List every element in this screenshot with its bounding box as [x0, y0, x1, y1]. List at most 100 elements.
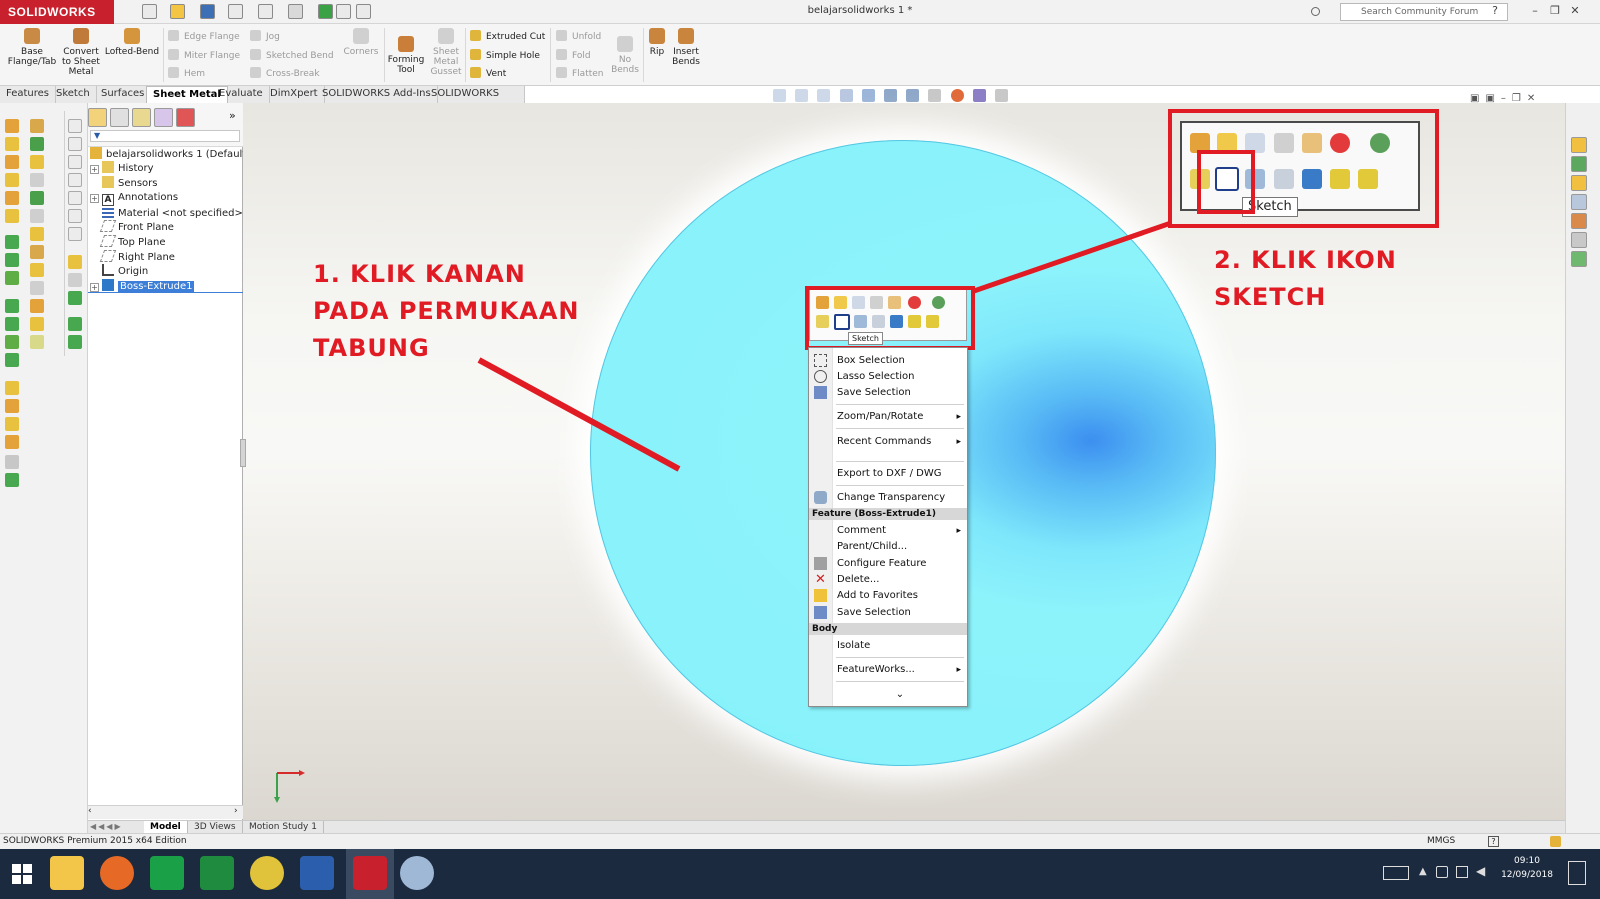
- tool-icon[interactable]: [5, 155, 19, 169]
- tool-icon[interactable]: [30, 263, 44, 277]
- appearances-icon[interactable]: [1571, 232, 1587, 248]
- convert-to-sheet-metal-button[interactable]: Convert to Sheet Metal: [60, 28, 102, 77]
- viewport-window-controls[interactable]: ▣▣–❐✕: [1470, 93, 1541, 104]
- tool-icon[interactable]: [5, 435, 19, 449]
- expand-icon[interactable]: +: [90, 283, 99, 292]
- tree-item-top-plane[interactable]: Top Plane: [99, 235, 165, 249]
- tool-icon[interactable]: [68, 335, 82, 349]
- tool-icon[interactable]: [5, 209, 19, 223]
- tool-icon[interactable]: [5, 335, 19, 349]
- tab-evaluate[interactable]: Evaluate: [213, 86, 270, 103]
- tool-icon[interactable]: [30, 155, 44, 169]
- tool-icon[interactable]: [30, 281, 44, 295]
- jog-button[interactable]: Jog: [250, 30, 280, 43]
- view-palette-icon[interactable]: [1571, 213, 1587, 229]
- tool-icon[interactable]: [5, 317, 19, 331]
- menu-item-save-selection-2[interactable]: Save Selection: [833, 605, 967, 621]
- tool-icon[interactable]: [5, 173, 19, 187]
- tab-mbd[interactable]: SOLIDWORKS MBD: [425, 86, 525, 115]
- help-icon[interactable]: ?: [1486, 3, 1504, 19]
- home-icon[interactable]: [1571, 137, 1587, 153]
- minimize-icon[interactable]: –: [1526, 3, 1544, 19]
- tool-icon[interactable]: [5, 235, 19, 249]
- scene-icon[interactable]: [972, 89, 986, 102]
- vent-button[interactable]: Vent: [470, 67, 506, 80]
- expand-icon[interactable]: +: [90, 194, 99, 203]
- units-indicator[interactable]: MMGS: [1427, 834, 1455, 849]
- design-library-icon[interactable]: [1571, 175, 1587, 191]
- menu-item-configure-feature[interactable]: Configure Feature: [833, 556, 967, 572]
- expand-panel-icon[interactable]: »: [229, 109, 236, 122]
- tool-icon[interactable]: [68, 291, 82, 305]
- dimxpert-manager-tab-icon[interactable]: [154, 108, 173, 127]
- tab-addins[interactable]: SOLIDWORKS Add-Ins: [316, 86, 438, 103]
- file-explorer-icon[interactable]: [1571, 194, 1587, 210]
- menu-item-zoom-pan-rotate[interactable]: Zoom/Pan/Rotate ▸: [833, 409, 967, 425]
- volume-icon[interactable]: ◀: [1476, 864, 1485, 878]
- tool-icon[interactable]: [5, 299, 19, 313]
- rebuild-icon[interactable]: [318, 4, 333, 19]
- appearance-icon[interactable]: [950, 89, 964, 102]
- display-manager-tab-icon[interactable]: [176, 108, 195, 127]
- expand-menu-icon[interactable]: ⌄: [833, 687, 967, 703]
- scroll-right-icon[interactable]: ›: [234, 806, 238, 816]
- tool-icon[interactable]: [68, 173, 82, 187]
- extruded-cut-button[interactable]: Extruded Cut: [470, 30, 545, 43]
- tool-icon[interactable]: [68, 209, 82, 223]
- tab-features[interactable]: Features: [0, 86, 56, 103]
- print-icon[interactable]: [228, 4, 243, 19]
- sketched-bend-button[interactable]: Sketched Bend: [250, 49, 334, 62]
- hide-show-icon[interactable]: [928, 89, 942, 102]
- scroll-left-icon[interactable]: ‹: [88, 806, 92, 816]
- resources-icon[interactable]: [1571, 156, 1587, 172]
- tool-icon[interactable]: [30, 335, 44, 349]
- tool-icon[interactable]: [68, 227, 82, 241]
- tab-sketch[interactable]: Sketch: [50, 86, 97, 103]
- tool-icon[interactable]: [68, 273, 82, 287]
- tool-icon[interactable]: [5, 191, 19, 205]
- network-icon[interactable]: [1456, 866, 1468, 878]
- flatten-button[interactable]: Flatten: [556, 67, 604, 80]
- tool-icon[interactable]: [30, 173, 44, 187]
- dynamic-annotation-icon[interactable]: [861, 89, 875, 102]
- chrome-icon[interactable]: [250, 856, 284, 890]
- tool-icon[interactable]: [68, 317, 82, 331]
- tool-icon[interactable]: [30, 245, 44, 259]
- section-view-icon[interactable]: [839, 89, 853, 102]
- tool-icon[interactable]: [5, 271, 19, 285]
- tool-icon[interactable]: [30, 137, 44, 151]
- corners-button[interactable]: Corners: [342, 28, 380, 57]
- open-file-icon[interactable]: [170, 4, 185, 19]
- menu-item-lasso-selection[interactable]: Lasso Selection: [833, 369, 967, 385]
- file-explorer-taskbar-icon[interactable]: [50, 856, 84, 890]
- firefox-icon[interactable]: [100, 856, 134, 890]
- display-style-icon[interactable]: [906, 89, 920, 102]
- menu-item-featureworks[interactable]: FeatureWorks... ▸: [833, 662, 967, 678]
- miter-flange-button[interactable]: Miter Flange: [168, 49, 240, 62]
- tree-item-boss-extrude1[interactable]: + Boss-Extrude1: [90, 279, 195, 293]
- menu-item-box-selection[interactable]: Box Selection: [833, 353, 967, 369]
- menu-item-comment[interactable]: Comment ▸: [833, 523, 967, 539]
- battery-icon[interactable]: [1436, 866, 1448, 878]
- solidworks-taskbar-active[interactable]: [346, 849, 394, 899]
- menu-item-save-selection[interactable]: Save Selection: [833, 385, 967, 401]
- select-arrow-icon[interactable]: [288, 4, 303, 19]
- cross-break-button[interactable]: Cross-Break: [250, 67, 320, 80]
- tool-icon[interactable]: [5, 137, 19, 151]
- new-file-icon[interactable]: [142, 4, 157, 19]
- tab-surfaces[interactable]: Surfaces: [95, 86, 152, 103]
- undo-icon[interactable]: [258, 4, 273, 19]
- horizontal-scrollbar[interactable]: ‹ ›: [88, 805, 243, 819]
- store-icon[interactable]: [150, 856, 184, 890]
- tool-icon[interactable]: [30, 227, 44, 241]
- tool-icon[interactable]: [68, 191, 82, 205]
- options-icon[interactable]: [356, 4, 371, 19]
- keyboard-icon[interactable]: [1383, 866, 1409, 880]
- save-icon[interactable]: [200, 4, 215, 19]
- tool-icon[interactable]: [30, 191, 44, 205]
- tree-item-annotations[interactable]: + A Annotations: [90, 191, 178, 206]
- sheet-metal-gusset-button[interactable]: Sheet Metal Gusset: [428, 28, 464, 77]
- simple-hole-button[interactable]: Simple Hole: [470, 49, 540, 62]
- tool-icon[interactable]: [30, 317, 44, 331]
- filter-input[interactable]: ▼: [90, 130, 240, 142]
